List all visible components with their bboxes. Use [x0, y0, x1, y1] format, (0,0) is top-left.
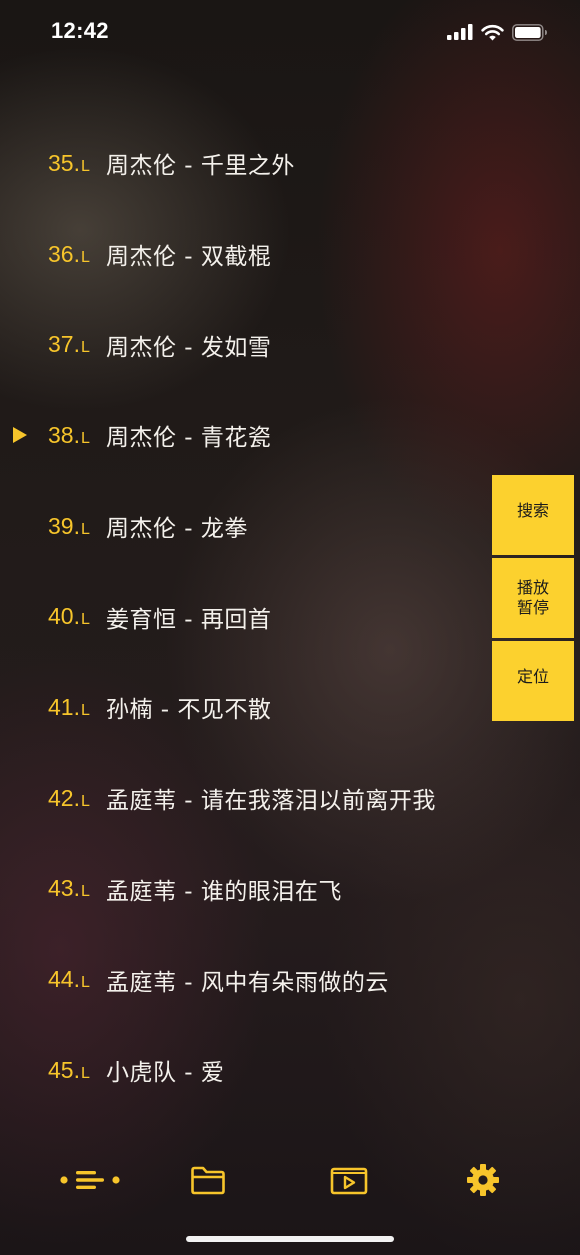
locate-button-label: 定位 [516, 667, 549, 686]
song-number: 44. L [48, 966, 90, 993]
status-time: 12:42 [51, 18, 109, 43]
song-title: 周杰伦 - 发如雪 [106, 334, 272, 361]
song-number: 41. L [48, 693, 90, 720]
song-row[interactable]: 36. L 周杰伦 - 双截棍 [0, 209, 490, 300]
cellular-signal-icon [447, 24, 473, 40]
song-number: 42. L [48, 784, 90, 811]
settings-gear-icon [467, 1164, 499, 1196]
song-title: 孟庭苇 - 谁的眼泪在飞 [106, 878, 342, 905]
song-title: 孟庭苇 - 风中有朵雨做的云 [106, 969, 389, 996]
folder-icon [191, 1166, 225, 1195]
song-title: 孟庭苇 - 请在我落泪以前离开我 [106, 788, 436, 815]
play-pause-label: 播放 暂停 [516, 578, 549, 617]
song-number: 43. L [48, 875, 90, 902]
song-row[interactable]: 43. L 孟庭苇 - 谁的眼泪在飞 [0, 844, 490, 935]
battery-icon [512, 23, 547, 41]
search-button-label: 搜索 [516, 501, 549, 520]
song-number: 35. L [48, 149, 90, 176]
song-number: 45. L [48, 1056, 90, 1083]
wifi-icon [481, 24, 504, 40]
tab-video[interactable] [314, 1150, 384, 1210]
song-number: 38. L [48, 421, 90, 448]
song-row[interactable]: 35. L 周杰伦 - 千里之外 [0, 118, 490, 209]
video-play-icon [330, 1167, 368, 1195]
song-title: 周杰伦 - 青花瓷 [106, 425, 272, 452]
side-panel: 搜索 播放 暂停 定位 [492, 475, 574, 724]
playlist-icon [60, 1171, 120, 1189]
song-row[interactable]: 41. L 孙楠 - 不见不散 [0, 662, 490, 753]
song-title: 孙楠 - 不见不散 [106, 697, 272, 724]
song-number: 40. L [48, 603, 90, 630]
status-bar: 12:42 [0, 0, 580, 64]
song-row[interactable]: 39. L 周杰伦 - 龙拳 [0, 481, 490, 572]
song-title: 周杰伦 - 千里之外 [106, 153, 295, 180]
song-list: 35. L 周杰伦 - 千里之外 36. L 周杰伦 - 双截棍 37. L 周杰伦 … [0, 118, 490, 1116]
tab-files[interactable] [173, 1150, 243, 1210]
song-number: 36. L [48, 240, 90, 267]
song-number: 39. L [48, 512, 90, 539]
tab-playlist[interactable] [55, 1150, 125, 1210]
play-pause-button[interactable]: 播放 暂停 [492, 558, 574, 638]
song-title: 小虎队 - 爱 [106, 1060, 225, 1087]
song-row[interactable]: 42. L 孟庭苇 - 请在我落泪以前离开我 [0, 753, 490, 844]
song-title: 周杰伦 - 双截棍 [106, 244, 272, 271]
now-playing-triangle-icon [13, 427, 27, 444]
song-number: 37. L [48, 331, 90, 358]
song-row[interactable]: 40. L 姜育恒 - 再回首 [0, 571, 490, 662]
song-row-now-playing[interactable]: 38. L 周杰伦 - 青花瓷 [0, 390, 490, 481]
status-icons [447, 22, 548, 42]
locate-button[interactable]: 定位 [492, 641, 574, 721]
search-button[interactable]: 搜索 [492, 475, 574, 555]
song-title: 周杰伦 - 龙拳 [106, 516, 248, 543]
tab-bar [0, 1150, 580, 1210]
home-indicator [186, 1236, 394, 1242]
song-row[interactable]: 37. L 周杰伦 - 发如雪 [0, 299, 490, 390]
song-title: 姜育恒 - 再回首 [106, 606, 272, 633]
tab-settings[interactable] [448, 1150, 518, 1210]
song-row[interactable]: 44. L 孟庭苇 - 风中有朵雨做的云 [0, 934, 490, 1025]
song-row[interactable]: 45. L 小虎队 - 爱 [0, 1025, 490, 1116]
